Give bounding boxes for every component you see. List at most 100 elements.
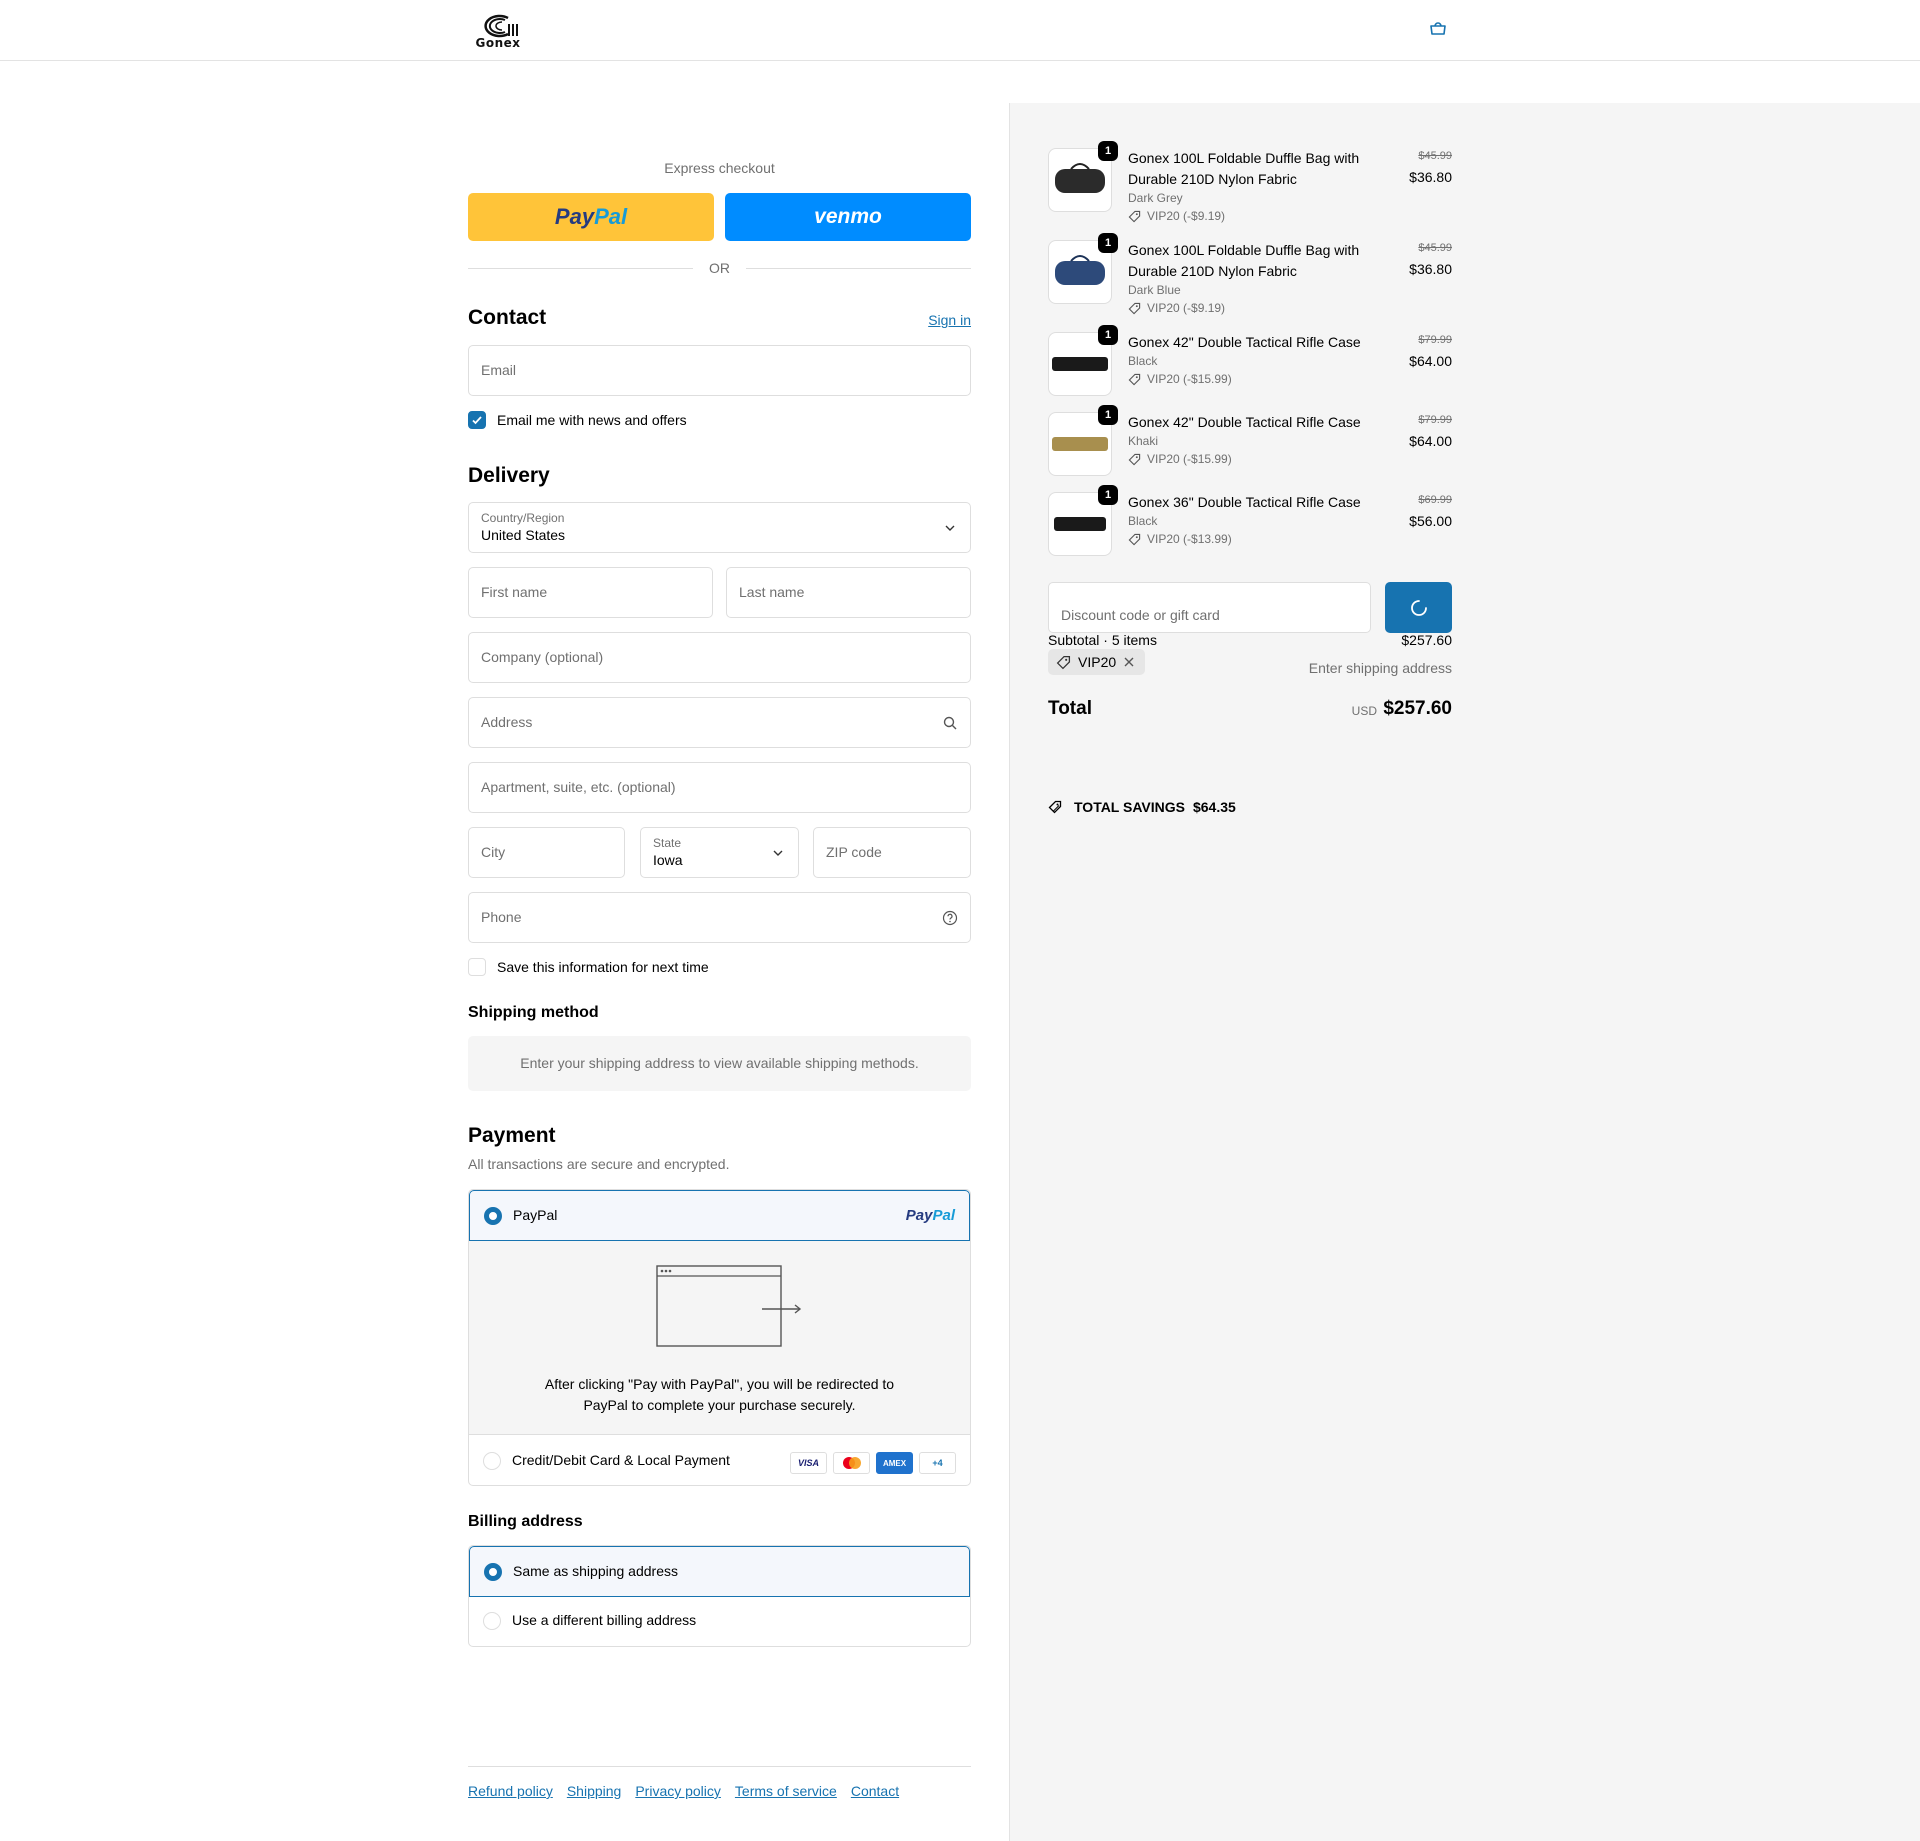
search-icon	[943, 716, 957, 730]
payment-heading: Payment	[468, 1124, 556, 1147]
discount-text: VIP20 (-$15.99)	[1147, 372, 1232, 386]
product-price: $64.00	[1409, 433, 1452, 449]
tag-icon	[1128, 302, 1141, 314]
product-thumbnail: 1	[1048, 141, 1118, 212]
shipping-note: Enter shipping address	[1308, 660, 1452, 676]
line-item: 1 Gonex 100L Foldable Duffle Bag with Du…	[1048, 141, 1452, 223]
paypal-redirect-text: After clicking "Pay with PayPal", you wi…	[544, 1376, 895, 1413]
discount-code-input[interactable]: Discount code or gift card	[1048, 582, 1371, 633]
checkmark-icon	[472, 416, 482, 425]
save-info-checkbox[interactable]	[468, 958, 486, 976]
savings-value: $64.35	[1192, 799, 1236, 815]
payment-options: PayPal PayPal After clicking "Pay with P…	[468, 1189, 971, 1486]
chevron-down-icon	[773, 850, 783, 856]
address-field[interactable]: Address	[468, 697, 971, 748]
company-field[interactable]: Company (optional)	[468, 632, 971, 683]
first-name-field[interactable]: First name	[468, 567, 713, 618]
state-select[interactable]: State Iowa	[640, 827, 799, 878]
total-label: Total	[1048, 698, 1092, 719]
billing-same-option[interactable]: Same as shipping address	[469, 1546, 970, 1597]
product-discount: VIP20 (-$9.19)	[1128, 209, 1225, 223]
country-label: Country/Region	[481, 511, 565, 525]
billing-options: Same as shipping address Use a different…	[468, 1545, 971, 1647]
product-discount: VIP20 (-$15.99)	[1128, 372, 1232, 386]
product-variant: Black	[1128, 354, 1158, 368]
card-option-label[interactable]: Credit/Debit Card & Local Payment	[512, 1452, 730, 1468]
subtotal-value: $257.60	[1401, 632, 1452, 648]
save-info-label: Save this information for next time	[497, 959, 709, 975]
product-name: Gonex 100L Foldable Duffle Bag with Dura…	[1128, 150, 1360, 187]
delivery-heading: Delivery	[468, 464, 550, 487]
amex-icon: AMEX	[876, 1452, 913, 1474]
discount-text: VIP20 (-$9.19)	[1147, 209, 1226, 223]
original-price: $45.99	[1418, 150, 1452, 162]
footer-links: Refund policy Shipping Privacy policy Te…	[468, 1783, 899, 1799]
paypal-radio[interactable]	[484, 1207, 502, 1225]
product-thumbnail: 1	[1048, 405, 1118, 476]
chevron-down-icon	[945, 525, 955, 531]
paypal-express-button[interactable]: Pay Pal	[468, 193, 714, 241]
site-header: Gonex	[0, 0, 1920, 61]
billing-same-label: Same as shipping address	[513, 1563, 678, 1579]
or-label: OR	[709, 260, 730, 276]
loading-spinner-icon	[1410, 599, 1427, 616]
country-select[interactable]: Country/Region United States	[468, 502, 971, 553]
paypal-label-pal: Pal	[594, 204, 628, 229]
original-price: $69.99	[1418, 494, 1452, 506]
product-price: $36.80	[1409, 169, 1452, 185]
sign-in-link[interactable]: Sign in	[928, 312, 971, 328]
express-checkout-title: Express checkout	[664, 160, 775, 176]
country-value: United States	[481, 527, 566, 543]
original-price: $79.99	[1418, 414, 1452, 426]
billing-different-label[interactable]: Use a different billing address	[512, 1612, 696, 1628]
line-item: 1 Gonex 100L Foldable Duffle Bag with Du…	[1048, 233, 1452, 315]
tag-icon	[1128, 210, 1141, 222]
newsletter-checkbox[interactable]	[468, 411, 486, 429]
last-name-placeholder: Last name	[739, 584, 805, 600]
privacy-policy-link[interactable]: Privacy policy	[635, 1783, 721, 1799]
tag-icon	[1056, 655, 1071, 669]
quantity-badge: 1	[1098, 405, 1118, 425]
card-radio[interactable]	[483, 1452, 501, 1470]
billing-different-radio[interactable]	[483, 1612, 501, 1630]
email-field[interactable]: Email	[468, 345, 971, 396]
paypal-label-pay: Pay	[554, 204, 595, 229]
line-item: 1 Gonex 36" Double Tactical Rifle Case B…	[1048, 485, 1452, 558]
tag-icon	[1128, 373, 1141, 385]
bag-icon[interactable]	[1428, 20, 1452, 40]
zip-field[interactable]: ZIP code	[813, 827, 971, 878]
product-price: $36.80	[1409, 261, 1452, 277]
gonex-logo[interactable]: Gonex	[468, 12, 528, 50]
tag-icon	[1128, 533, 1141, 545]
discount-text: VIP20 (-$15.99)	[1147, 452, 1232, 466]
help-icon[interactable]	[942, 910, 958, 926]
venmo-express-button[interactable]: venmo	[725, 193, 971, 241]
product-variant: Khaki	[1128, 434, 1159, 448]
discount-placeholder: Discount code or gift card	[1061, 607, 1220, 623]
original-price: $45.99	[1418, 242, 1452, 254]
venmo-label: venmo	[814, 205, 882, 228]
contact-link[interactable]: Contact	[851, 1783, 899, 1799]
product-price: $64.00	[1409, 353, 1452, 369]
paypal-redirect-panel: After clicking "Pay with PayPal", you wi…	[469, 1241, 970, 1435]
terms-of-service-link[interactable]: Terms of service	[735, 1783, 837, 1799]
line-item: 1 Gonex 42" Double Tactical Rifle Case B…	[1048, 325, 1452, 398]
phone-field[interactable]: Phone	[468, 892, 971, 943]
payment-subtitle: All transactions are secure and encrypte…	[468, 1156, 730, 1172]
product-variant: Dark Grey	[1128, 191, 1183, 205]
product-name: Gonex 42" Double Tactical Rifle Case	[1128, 334, 1361, 350]
paypal-payment-option[interactable]: PayPal PayPal	[469, 1190, 970, 1241]
apartment-field[interactable]: Apartment, suite, etc. (optional)	[468, 762, 971, 813]
quantity-badge: 1	[1098, 485, 1118, 505]
city-field[interactable]: City	[468, 827, 625, 878]
apply-discount-button[interactable]	[1385, 582, 1452, 633]
last-name-field[interactable]: Last name	[726, 567, 971, 618]
product-thumbnail: 1	[1048, 325, 1118, 396]
billing-address-heading: Billing address	[468, 1513, 583, 1530]
close-icon[interactable]	[1123, 656, 1135, 668]
refund-policy-link[interactable]: Refund policy	[468, 1783, 553, 1799]
billing-same-radio[interactable]	[484, 1563, 502, 1581]
shipping-link[interactable]: Shipping	[567, 1783, 622, 1799]
shipping-method-heading: Shipping method	[468, 1004, 599, 1021]
original-price: $79.99	[1418, 334, 1452, 346]
